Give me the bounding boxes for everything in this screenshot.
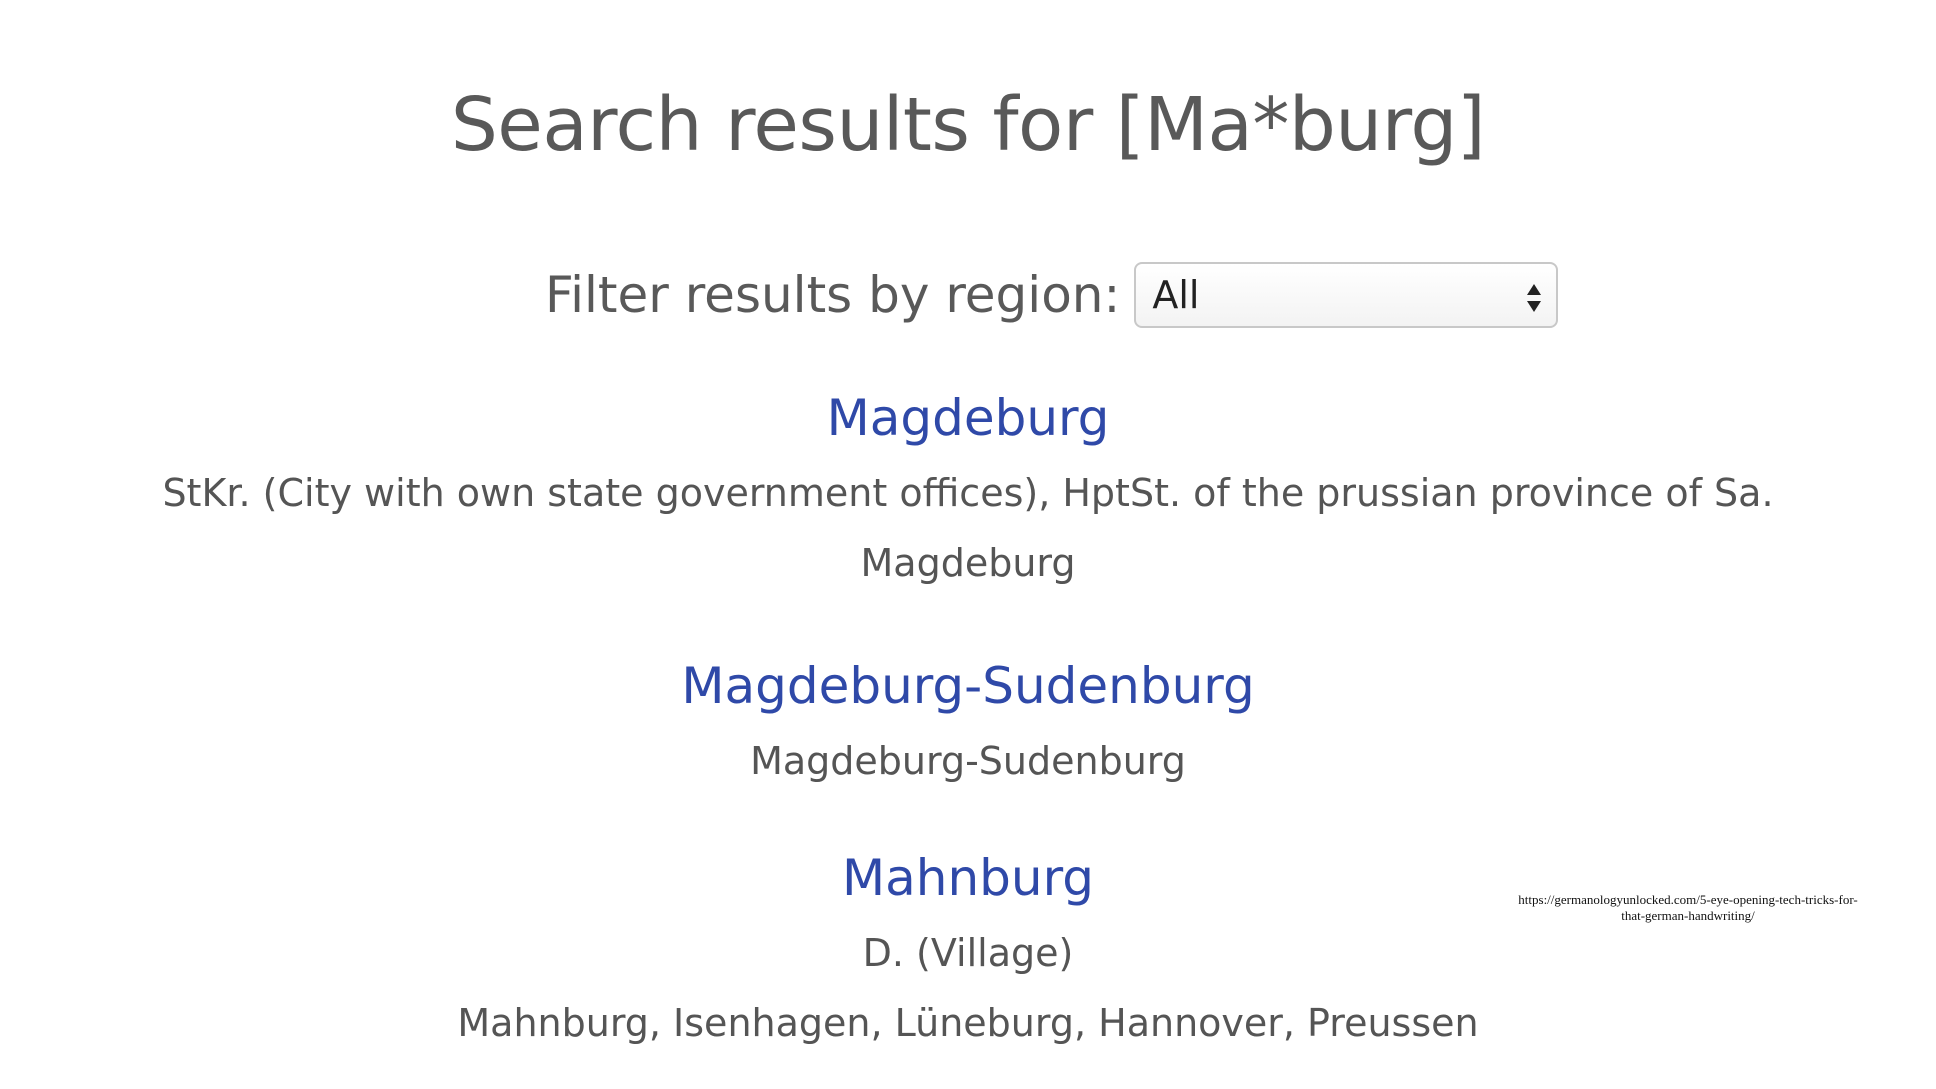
page-title: Search results for [Ma*burg] [450,82,1486,168]
region-select[interactable]: All [1134,262,1559,328]
search-results-page: Search results for [Ma*burg] Filter resu… [0,0,1936,1089]
result-link[interactable]: Magdeburg-Sudenburg [0,646,1936,726]
result-item: Magdeburg StKr. (City with own state gov… [0,378,1936,598]
result-detail: Magdeburg [860,541,1076,585]
filter-label: Filter results by region: [545,266,1121,324]
results-list: Magdeburg StKr. (City with own state gov… [0,378,1936,1058]
source-url: https://germanologyunlocked.com/5-eye-op… [1518,892,1858,923]
result-detail: Mahnburg, Isenhagen, Lüneburg, Hannover,… [457,1001,1479,1045]
result-item: Magdeburg-Sudenburg Magdeburg-Sudenburg [0,646,1936,796]
result-detail: StKr. (City with own state government of… [162,471,1774,515]
select-updown-arrows-icon [1527,284,1542,312]
result-item: Mahnburg D. (Village) Mahnburg, Isenhage… [0,838,1936,1058]
region-select-value: All [1152,273,1200,317]
result-detail: D. (Village) [862,931,1074,975]
result-detail: Magdeburg-Sudenburg [750,739,1186,783]
region-filter: Filter results by region: All [545,258,1559,332]
result-link[interactable]: Magdeburg [0,378,1936,458]
